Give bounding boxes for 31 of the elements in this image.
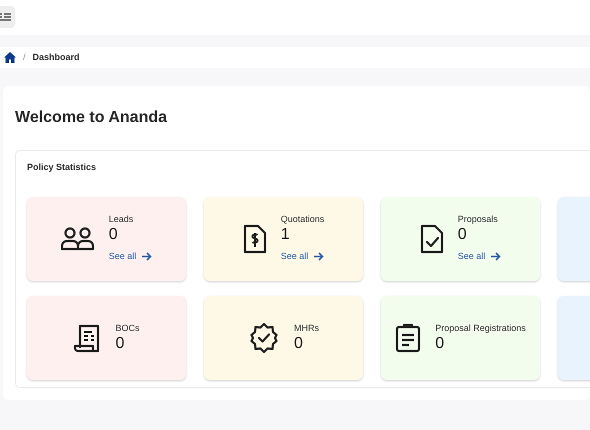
breadcrumb-item[interactable]: Dashboard — [32, 50, 80, 64]
menu-toggle-button[interactable] — [0, 6, 15, 28]
stat-count: 0 — [435, 335, 446, 354]
clipboard-icon — [395, 322, 422, 352]
stat-label: MHRs — [294, 322, 319, 335]
dollar-document-icon — [242, 224, 267, 254]
arrow-right-icon — [491, 252, 502, 262]
stat-label: BOCs — [115, 322, 140, 335]
arrow-right-icon — [142, 252, 152, 262]
stat-count: 0 — [294, 335, 304, 354]
stat-label: Leads — [108, 212, 134, 226]
stat-label: Quotations — [280, 212, 324, 226]
see-all-link[interactable]: See all — [280, 250, 324, 264]
see-all-link[interactable]: See all — [458, 250, 502, 264]
stat-count: 0 — [108, 226, 119, 244]
stat-label: Proposal Registrations — [435, 322, 526, 335]
home-icon[interactable] — [4, 52, 16, 63]
stat-count: 0 — [458, 226, 468, 244]
stat-count: 0 — [115, 335, 126, 354]
menu-icon — [0, 12, 11, 22]
stat-label: Proposals — [458, 212, 499, 226]
breadcrumb-separator: / — [23, 50, 26, 64]
check-badge-icon — [248, 322, 280, 354]
arrow-right-icon — [314, 252, 324, 262]
welcome-title: Welcome to Ananda — [15, 108, 168, 128]
section-title: Policy Statistics — [27, 161, 98, 174]
people-icon — [60, 226, 95, 250]
stat-count: 1 — [280, 226, 291, 244]
receipt-icon — [73, 322, 102, 352]
document-check-icon — [420, 224, 444, 254]
see-all-link[interactable]: See all — [108, 250, 152, 264]
